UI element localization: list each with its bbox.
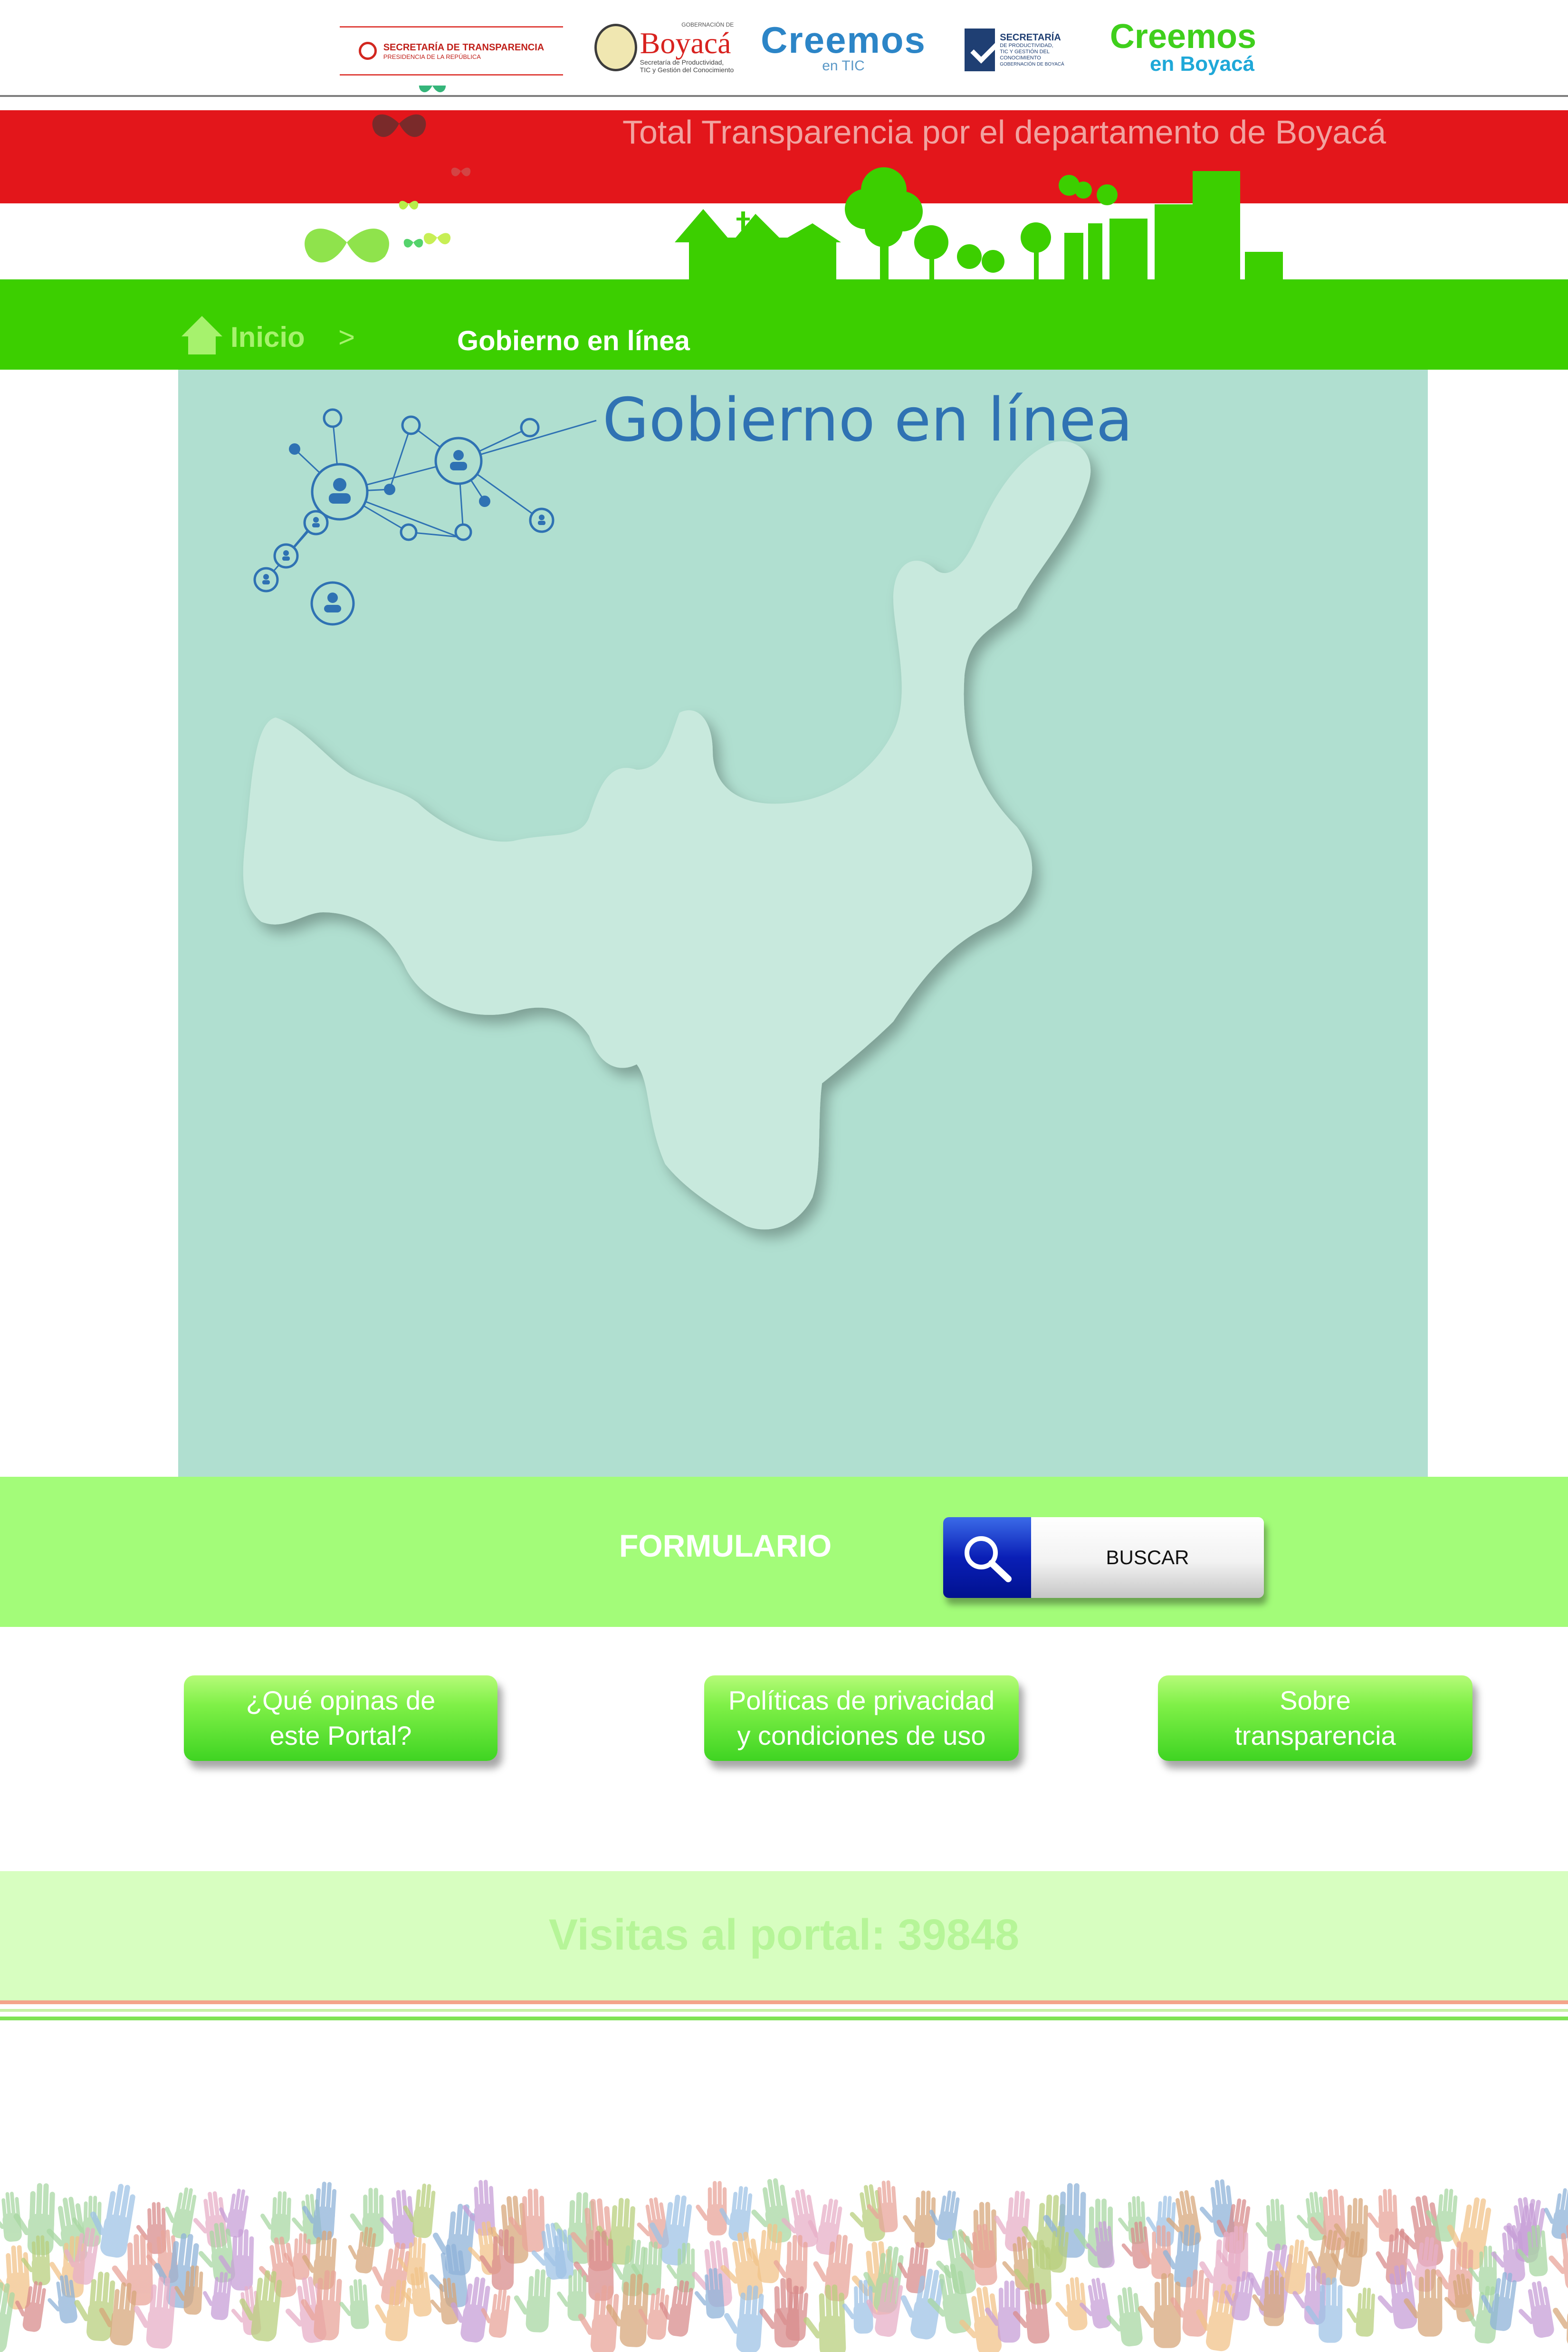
search-button-label[interactable]: BUSCAR (1031, 1517, 1264, 1598)
logo-text: SECRETARÍA DE TRANSPARENCIA (383, 42, 545, 53)
partner-logos-bar: SECRETARÍA DE TRANSPARENCIA PRESIDENCIA … (0, 0, 1568, 95)
hand-icon (348, 2227, 376, 2274)
search-button[interactable]: BUSCAR (943, 1517, 1264, 1598)
visit-counter: Visitas al portal: 39848 (548, 1911, 1020, 1959)
page-title: Gobierno en línea (602, 385, 1133, 455)
logo-word: Boyacá (640, 26, 731, 60)
opinion-button[interactable]: ¿Qué opinas de este Portal? (184, 1675, 497, 1761)
breadcrumb-separator: > (338, 321, 355, 353)
logo-word: Creemos (1109, 18, 1257, 56)
logo-subtext: TIC Y GESTIÓN DEL CONOCIMIENTO (1000, 49, 1050, 61)
hand-icon (375, 2279, 411, 2342)
gobernacion-boyaca-logo[interactable]: GOBERNACIÓN DE Boyacá Secretaría de Prod… (592, 17, 736, 78)
city-skyline-illustration (675, 167, 1283, 280)
divider-line (0, 2009, 1568, 2012)
logo-subtext: PRESIDENCIA DE LA REPÚBLICA (383, 53, 481, 60)
hand-icon (903, 2190, 936, 2248)
secretaria-tic-logo[interactable]: SECRETARÍA DE PRODUCTIVIDAD, TIC Y GESTI… (965, 26, 1074, 74)
logo-text: SECRETARÍA (1000, 32, 1061, 43)
hand-icon (1367, 2189, 1398, 2242)
search-icon-box[interactable] (943, 1517, 1031, 1598)
hand-icon (339, 2279, 369, 2329)
hand-icon (1138, 2273, 1181, 2348)
privacy-policy-button[interactable]: Políticas de privacidad y condiciones de… (704, 1675, 1019, 1761)
hand-icon (1346, 2287, 1375, 2337)
divider-line (0, 2017, 1568, 2020)
breadcrumb-home-link[interactable]: Inicio (230, 321, 305, 354)
hand-icon (1553, 2307, 1568, 2348)
hand-icon (430, 2277, 459, 2325)
logos-divider (0, 95, 1568, 97)
logo-subtext: GOBERNACIÓN DE BOYACÁ (1000, 62, 1064, 67)
logo-subtext: DE PRODUCTIVIDAD, (1000, 43, 1053, 48)
logo-subtext: en Boyacá (1149, 52, 1255, 76)
hand-icon (260, 2191, 291, 2245)
raised-hands-illustration (0, 2178, 1568, 2352)
logo-subtext: en TIC (822, 58, 865, 74)
hand-icon (1377, 2265, 1417, 2329)
creemos-en-boyaca-logo[interactable]: Creemos en Boyacá (1107, 17, 1259, 78)
transparency-button[interactable]: Sobre transparencia (1158, 1675, 1472, 1761)
logo-subtext: TIC y Gestión del Conocimiento (640, 66, 734, 74)
creemos-en-tic-logo[interactable]: Creemos en TIC (761, 14, 925, 81)
hand-icon (1086, 2221, 1115, 2268)
divider-line (0, 2000, 1568, 2004)
logo-word: Creemos (761, 19, 926, 61)
checkmark-icon (965, 29, 995, 71)
hand-icon (1106, 2286, 1143, 2347)
header-tagline: Total Transparencia por el departamento … (622, 114, 1386, 151)
hand-icon (203, 2272, 232, 2320)
logo-subtext: Secretaría de Productividad, (640, 58, 724, 66)
hand-icon (1519, 2281, 1554, 2338)
breadcrumb-current-page: Gobierno en línea (457, 325, 690, 356)
secretaria-transparencia-logo[interactable]: SECRETARÍA DE TRANSPARENCIA PRESIDENCIA … (340, 26, 563, 76)
hand-icon (1255, 2199, 1286, 2251)
people-network-icon (253, 408, 597, 626)
search-icon (965, 1536, 1012, 1582)
boyaca-shield-icon (594, 24, 637, 71)
colombia-seal-icon (358, 42, 377, 60)
hand-icon (514, 2269, 551, 2333)
hand-icon (1297, 2191, 1327, 2241)
home-icon[interactable] (181, 314, 223, 356)
form-title: FORMULARIO (619, 1528, 832, 1563)
